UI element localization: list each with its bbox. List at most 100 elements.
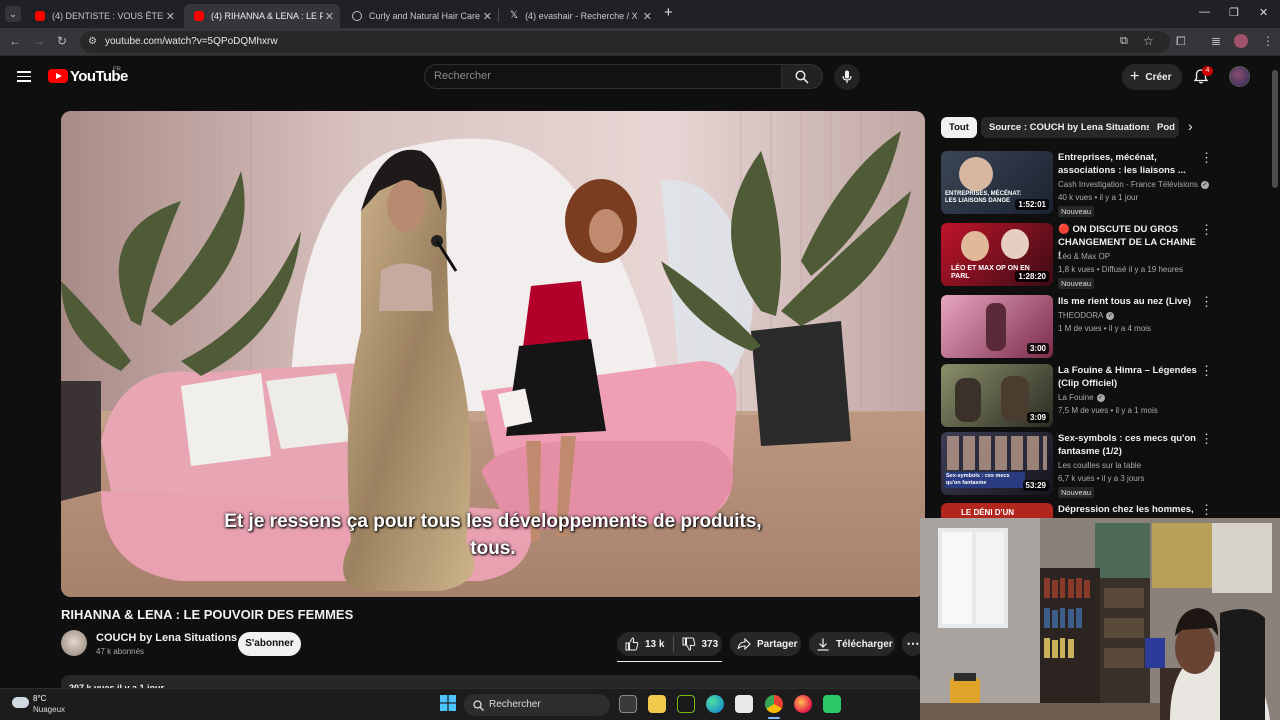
search-button[interactable] [781, 64, 823, 89]
more-vertical-icon[interactable]: ⋮ [1200, 223, 1213, 236]
weather-condition[interactable]: Nuageux [33, 705, 65, 714]
video-thumbnail[interactable]: ENTREPRISES, MÉCÉNAT: LES LIAISONS DANGE… [941, 151, 1053, 214]
bookmark-star-icon[interactable]: ☆ [1143, 34, 1154, 48]
active-app-indicator [768, 717, 780, 719]
recommendation-channel[interactable]: Léo & Max OP [1058, 252, 1110, 261]
taskbar-search[interactable]: Rechercher [464, 694, 610, 716]
youtube-icon [194, 11, 204, 21]
close-tab-icon[interactable]: ✕ [166, 10, 175, 23]
minimize-icon[interactable]: — [1199, 6, 1210, 18]
recommendation-title[interactable]: Dépression chez les hommes, [1058, 503, 1198, 516]
recommendation-channel[interactable]: Les couilles sur la table [1058, 461, 1141, 470]
chip-all[interactable]: Tout [941, 117, 977, 138]
dislike-icon[interactable] [682, 637, 696, 651]
like-count[interactable]: 13 k [645, 639, 664, 650]
download-icon [817, 638, 829, 651]
video-captions: Et je ressens ça pour tous les développe… [61, 508, 925, 562]
share-button[interactable]: Partager [730, 632, 801, 656]
chrome-icon[interactable] [765, 695, 783, 713]
video-title: RIHANNA & LENA : LE POUVOIR DES FEMMES [61, 607, 354, 622]
video-thumbnail[interactable]: Sex-symbols : ces mecs qu'on fantasme 53… [941, 432, 1053, 495]
back-icon[interactable]: ← [9, 35, 21, 47]
profile-avatar[interactable] [1234, 34, 1248, 48]
task-view-icon[interactable] [619, 695, 637, 713]
video-thumbnail[interactable]: 3:00 [941, 295, 1053, 358]
video-thumbnail[interactable]: 3:09 [941, 364, 1053, 427]
scrollbar-thumb[interactable] [1272, 70, 1278, 188]
forward-icon[interactable]: → [33, 35, 45, 47]
edge-icon[interactable] [706, 695, 724, 713]
like-icon[interactable] [625, 637, 639, 651]
recommendation-channel[interactable]: Cash Investigation - France Télévisions ✓ [1058, 180, 1209, 189]
browser-menu-icon[interactable]: ⋮ [1262, 35, 1274, 47]
search-input[interactable] [434, 70, 764, 82]
browser-tab[interactable]: (4) DENTISTE : VOUS ÊTES SALE ✕ [25, 4, 181, 28]
cloud-icon[interactable] [12, 697, 29, 708]
reading-list-icon[interactable]: ≣ [1211, 35, 1221, 47]
more-vertical-icon[interactable]: ⋮ [1200, 432, 1213, 445]
recommendation-title[interactable]: La Fouine & Himra – Légendes (Clip Offic… [1058, 364, 1198, 390]
recommendation-title[interactable]: Entreprises, mécénat, associations : les… [1058, 151, 1198, 177]
video-duration: 1:52:01 [1015, 199, 1049, 210]
browser-tab[interactable]: 𝕏 (4) evashair - Recherche / X ✕ [500, 4, 658, 28]
microsoft-store-icon[interactable] [735, 695, 753, 713]
download-button[interactable]: Télécharger [809, 632, 895, 656]
create-label: Créer [1145, 71, 1172, 83]
close-tab-icon[interactable]: ✕ [325, 10, 334, 23]
site-info-icon[interactable]: ⚙ [88, 36, 97, 47]
close-tab-icon[interactable]: ✕ [483, 10, 492, 23]
search-box[interactable] [424, 64, 781, 89]
streaming-app-icon[interactable] [823, 695, 841, 713]
youtube-logo-icon[interactable] [48, 69, 68, 83]
new-tab-icon[interactable]: + [664, 5, 673, 20]
caption-line: Et je ressens ça pour tous les développe… [224, 511, 762, 532]
tab-divider [498, 9, 499, 22]
address-bar[interactable]: ⚙ youtube.com/watch?v=5QPoDQMhxrw ⧉ ☆ [80, 31, 1170, 53]
nvidia-icon[interactable] [677, 695, 695, 713]
restore-icon[interactable]: ❐ [1229, 6, 1239, 19]
recommendation-item[interactable]: 3:09 La Fouine & Himra – Légendes (Clip … [941, 364, 1271, 430]
recommendation-item[interactable]: Sex-symbols : ces mecs qu'on fantasme 53… [941, 432, 1271, 498]
recommendation-item[interactable]: LE DÉNI D'UN Dépression chez les hommes,… [941, 503, 1271, 518]
video-thumbnail[interactable]: LÉO ET MAX OP ON EN PARL 1:28:20 [941, 223, 1053, 286]
menu-icon[interactable] [17, 71, 31, 82]
firefox-icon[interactable] [794, 695, 812, 713]
more-vertical-icon[interactable]: ⋮ [1200, 364, 1213, 377]
browser-tab-active[interactable]: (4) RIHANNA & LENA : LE POUV ✕ [184, 4, 340, 28]
chip-source[interactable]: Source : COUCH by Lena Situations [981, 117, 1160, 138]
subscribe-button[interactable]: S'abonner [238, 632, 301, 656]
install-app-icon[interactable]: ⧉ [1120, 35, 1128, 48]
recommendation-item[interactable]: LÉO ET MAX OP ON EN PARL 1:28:20 🔴 ON DI… [941, 223, 1271, 289]
recommendation-channel[interactable]: La Fouine ✓ [1058, 393, 1105, 402]
extensions-icon[interactable]: ⧠ [1176, 35, 1186, 47]
windows-start-icon[interactable] [440, 695, 458, 713]
recommendation-title[interactable]: Sex-symbols : ces mecs qu'on fantasme (1… [1058, 432, 1198, 458]
recommendation-title[interactable]: Ils me rient tous au nez (Live) [1058, 295, 1198, 308]
recommendation-channel[interactable]: THEODORA ✓ [1058, 311, 1115, 320]
browser-tab[interactable]: Curly and Natural Hair Care Pro ✕ [342, 4, 498, 28]
reload-icon[interactable]: ↻ [57, 35, 67, 47]
account-avatar[interactable] [1229, 66, 1250, 87]
chip-podcasts[interactable]: Pod [1149, 117, 1179, 138]
chip-scroll-right[interactable]: › [1180, 115, 1204, 139]
close-tab-icon[interactable]: ✕ [643, 10, 652, 23]
video-duration: 3:09 [1026, 412, 1049, 423]
voice-search-button[interactable] [834, 64, 860, 90]
more-vertical-icon[interactable]: ⋮ [1200, 503, 1213, 516]
file-explorer-icon[interactable] [648, 695, 666, 713]
recommendation-meta: 1,8 k vues • Diffusé il y a 19 heures [1058, 265, 1183, 274]
channel-avatar[interactable] [61, 630, 87, 656]
create-button[interactable]: + Créer [1122, 64, 1182, 90]
more-vertical-icon[interactable]: ⋮ [1200, 151, 1213, 164]
close-window-icon[interactable]: ✕ [1259, 6, 1268, 19]
recommendation-item[interactable]: ENTREPRISES, MÉCÉNAT: LES LIAISONS DANGE… [941, 151, 1271, 217]
recommendation-item[interactable]: 3:00 Ils me rient tous au nez (Live) THE… [941, 295, 1271, 361]
chevron-right-icon: › [1188, 118, 1193, 134]
video-thumbnail[interactable]: LE DÉNI D'UN [941, 503, 1053, 518]
more-vertical-icon[interactable]: ⋮ [1200, 295, 1213, 308]
dislike-count[interactable]: 373 [701, 639, 718, 650]
channel-name[interactable]: COUCH by Lena Situations [96, 632, 237, 644]
tab-search-icon[interactable]: ⌄ [5, 6, 21, 22]
weather-temperature[interactable]: 8°C [33, 694, 46, 703]
video-player[interactable]: Et je ressens ça pour tous les développe… [61, 111, 925, 597]
